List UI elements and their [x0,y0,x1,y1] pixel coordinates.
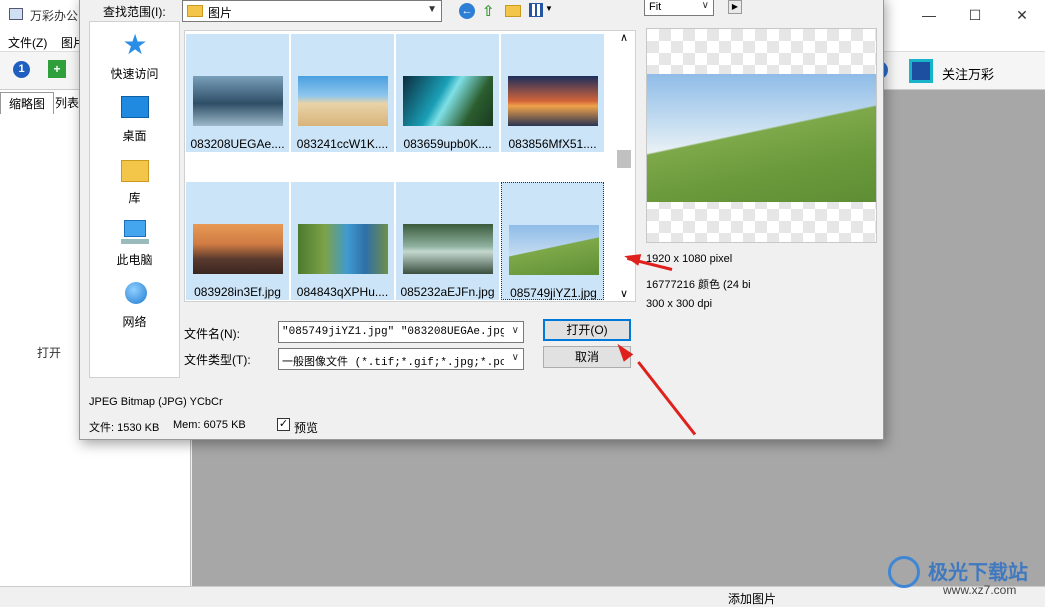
chevron-down-icon[interactable]: ∨ [512,325,519,336]
view-menu-arrow-icon[interactable]: ▼ [545,4,553,13]
file-name: 084843qXPHu.... [296,285,389,299]
app-icon [9,8,23,20]
file-list[interactable]: 083208UEGAe.... 083241ccW1K.... 083659up… [184,30,636,302]
library-icon [118,156,152,186]
file-name: 083659upb0K.... [403,137,492,151]
open-button[interactable]: 打开(O) [543,319,631,341]
left-open-label[interactable]: 打开 [37,344,61,361]
preview-checkbox[interactable]: ✓ [277,418,290,431]
filetype-label: 文件类型(T): [184,353,251,367]
preview-checkbox-label[interactable]: 预览 [294,419,318,436]
look-in-label: 查找范围(I): [103,5,166,19]
filename-value: "085749jiYZ1.jpg" "083208UEGAe.jpg" " [282,326,504,338]
back-icon[interactable]: ← [459,3,475,19]
chevron-down-icon: ▼ [427,4,437,15]
file-item[interactable]: 083208UEGAe.... [186,34,289,152]
place-label: 网络 [122,315,147,329]
place-label: 快速访问 [110,67,159,81]
watermark-url: www.xz7.com [943,583,1017,597]
mem-size-info: Mem: 6075 KB [173,419,246,431]
desktop-icon [118,94,152,124]
thumbnail-image [403,224,493,274]
qr-code-icon[interactable] [909,59,933,83]
places-bar: ★ 快速访问 桌面 库 此电脑 网络 [89,21,180,378]
look-in-value: 图片 [208,6,233,20]
status-text: 添加图片 [728,592,777,606]
file-item[interactable]: 083856MfX51.... [501,34,604,152]
place-label: 此电脑 [116,253,153,267]
chevron-down-icon[interactable]: ∨ [512,352,519,363]
menu-file[interactable]: 文件(Z) [8,34,47,51]
image-dpi: 300 x 300 dpi [646,298,713,310]
view-menu-icon[interactable] [529,3,543,17]
filename-label: 文件名(N): [184,327,240,341]
computer-icon [118,218,152,248]
tab-thumbnails[interactable]: 缩略图 [0,92,55,114]
follow-wancai-label[interactable]: 关注万彩 [942,64,994,83]
thumbnail-image [403,76,493,126]
watermark-logo-icon [888,556,920,588]
up-folder-icon[interactable]: ⇧ [482,2,498,20]
place-label: 库 [128,191,141,205]
file-item[interactable]: 084843qXPHu.... [291,182,394,300]
scroll-up-icon[interactable]: ∧ [620,31,628,44]
preview-next-icon[interactable]: ▶ [728,0,742,14]
watermark: 极光下载站 www.xz7.com [888,548,1043,604]
file-name: 083856MfX51.... [508,137,597,151]
info-icon[interactable]: 1 [13,61,30,78]
filetype-value: 一般图像文件 (*.tif;*.gif;*.jpg;*.pcx [282,357,504,369]
filename-input[interactable]: "085749jiYZ1.jpg" "083208UEGAe.jpg" " ∨ [278,321,524,343]
thumbnail-image [509,225,599,275]
place-quick-access[interactable]: ★ 快速访问 [90,29,179,82]
thumbnail-image [193,224,283,274]
tab-list[interactable]: 列表 [55,94,79,111]
image-dims: 1920 x 1080 pixel [646,253,733,265]
file-name: 085749jiYZ1.jpg [510,286,597,300]
scroll-thumb[interactable] [617,150,631,168]
file-name: 083928in3Ef.jpg [194,285,281,299]
file-item[interactable]: 083659upb0K.... [396,34,499,152]
place-this-pc[interactable]: 此电脑 [90,218,179,268]
file-name: 083208UEGAe.... [190,137,285,151]
file-item[interactable]: 083928in3Ef.jpg [186,182,289,300]
add-image-icon[interactable]: + [48,60,66,78]
network-icon [118,280,152,310]
thumbnail-image [298,224,388,274]
close-button[interactable]: ✕ [999,0,1045,30]
file-size-info: 文件: 1530 KB [89,422,160,434]
look-in-dropdown[interactable]: 图片 ▼ [182,0,442,22]
zoom-value: Fit [649,1,662,13]
file-name: 085232aEJFn.jpg [400,285,495,299]
maximize-button[interactable]: ☐ [952,0,998,30]
zoom-dropdown[interactable]: Fit ∨ [644,0,714,16]
chevron-down-icon: ∨ [701,0,709,11]
place-desktop[interactable]: 桌面 [90,94,179,144]
scroll-down-icon[interactable]: ∨ [620,287,628,300]
minimize-button[interactable]: — [906,0,952,30]
open-file-dialog: 查找范围(I): 图片 ▼ ← ⇧ ▼ ★ 快速访问 桌面 库 此电脑 网络 0… [79,0,884,440]
thumbnail-image [193,76,283,126]
place-label: 桌面 [122,129,147,143]
file-item[interactable]: 085232aEJFn.jpg [396,182,499,300]
image-preview [646,28,877,243]
filetype-dropdown[interactable]: 一般图像文件 (*.tif;*.gif;*.jpg;*.pcx ∨ [278,348,524,370]
watermark-text: 极光下载站 [928,562,1028,584]
format-info: JPEG Bitmap (JPG) YCbCr [89,396,223,408]
folder-icon [187,5,203,17]
place-library[interactable]: 库 [90,156,179,206]
preview-image [647,74,876,202]
image-colors: 16777216 颜色 (24 bi [646,279,751,291]
place-network[interactable]: 网络 [90,280,179,330]
file-item[interactable]: 083241ccW1K.... [291,34,394,152]
file-item-focused[interactable]: 085749jiYZ1.jpg [501,182,604,300]
thumbnail-image [298,76,388,126]
new-folder-icon[interactable] [505,5,521,17]
star-icon: ★ [122,29,148,60]
thumbnail-image [508,76,598,126]
file-name: 083241ccW1K.... [296,137,389,151]
